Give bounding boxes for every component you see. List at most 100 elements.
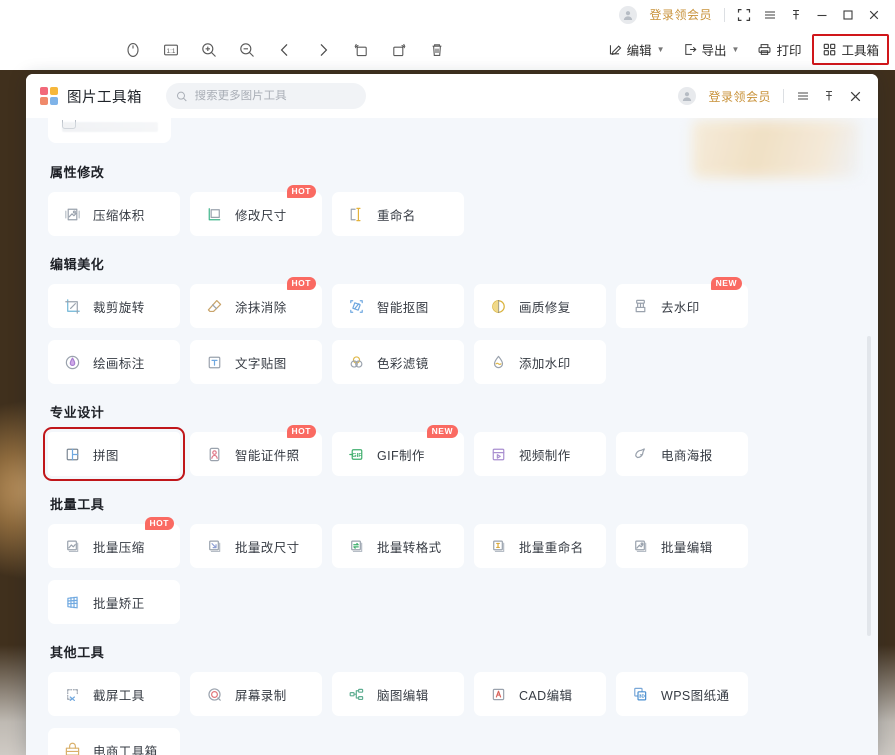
search-input[interactable] [194, 90, 356, 102]
fullscreen-button[interactable] [731, 3, 757, 27]
compress-icon [62, 204, 83, 225]
toolbox-button[interactable]: 工具箱 [812, 34, 889, 65]
minimize-button[interactable] [809, 3, 835, 27]
dialog-menu-button[interactable] [790, 83, 816, 109]
mouse-tool-icon[interactable] [120, 37, 146, 63]
tool-card[interactable]: 重命名 [332, 192, 464, 236]
annotate-icon [62, 352, 83, 373]
batch-compress-icon [62, 536, 83, 557]
tool-card-label: 批量改尺寸 [235, 540, 300, 555]
login-member-link[interactable]: 登录领会员 [643, 6, 718, 23]
tool-card[interactable]: 截屏工具 [48, 672, 180, 716]
tool-card[interactable]: 修改尺寸 HOT [190, 185, 322, 236]
print-button[interactable]: 打印 [750, 36, 808, 64]
tool-card[interactable]: 去水印 NEW [616, 277, 748, 328]
tool-card[interactable]: 批量改尺寸 [190, 524, 322, 568]
wps-drawing-icon: 3D [630, 684, 651, 705]
tool-card[interactable]: 电商工具箱 [48, 728, 180, 755]
tool-card[interactable]: 绘画标注 [48, 340, 180, 384]
edit-button-label: 编辑 [626, 44, 652, 58]
rotate-right-icon[interactable] [386, 37, 412, 63]
tool-card[interactable]: 智能抠图 [332, 284, 464, 328]
batch-convert-icon [346, 536, 367, 557]
video-icon [488, 444, 509, 465]
tool-card[interactable]: 拼图 [43, 427, 185, 481]
tool-card[interactable]: 3D WPS图纸通 [616, 672, 748, 716]
tool-card[interactable]: 批量矫正 [48, 580, 180, 624]
tool-card[interactable]: 文字贴图 [190, 340, 322, 384]
tool-card[interactable]: GIF GIF制作 NEW [332, 425, 464, 476]
tool-card[interactable]: 屏幕录制 [190, 672, 322, 716]
screen-record-icon [204, 684, 225, 705]
svg-text:3D: 3D [639, 693, 646, 698]
batch-edit-icon [630, 536, 651, 557]
tool-card-label: 智能证件照 [235, 448, 300, 463]
status-badge: HOT [286, 277, 316, 290]
edit-button[interactable]: 编辑 ▼ [601, 36, 672, 64]
tool-card[interactable]: 压缩体积 [48, 192, 180, 236]
tool-card[interactable]: 添加水印 [474, 340, 606, 384]
section-title: 批量工具 [50, 497, 105, 512]
print-button-label: 打印 [776, 44, 802, 58]
tool-card[interactable]: 电商海报 [616, 432, 748, 476]
tool-card[interactable]: CAD编辑 [474, 672, 606, 716]
avatar[interactable] [619, 5, 638, 24]
status-badge: HOT [286, 185, 316, 198]
dialog-pin-button[interactable] [816, 83, 842, 109]
resize-icon [204, 204, 225, 225]
close-button[interactable] [861, 3, 887, 27]
dialog-close-button[interactable] [842, 83, 868, 109]
section-title: 编辑美化 [50, 257, 105, 272]
cut-card-label [62, 122, 158, 132]
tool-card-label: 色彩滤镜 [377, 356, 429, 371]
tool-grid: 批量压缩 HOT 批量改尺寸 批量转格式 批量重命名 批量编辑批量矫正 [48, 517, 848, 624]
export-button[interactable]: 导出 ▼ [676, 36, 747, 64]
tool-card-label: 拼图 [93, 448, 119, 463]
delete-icon[interactable] [424, 37, 450, 63]
vertical-scrollbar[interactable] [867, 336, 871, 636]
svg-text:1:1: 1:1 [167, 48, 176, 55]
viewer-tool-icons: 1:1 [120, 37, 450, 63]
tool-card[interactable]: 裁剪旋转 [48, 284, 180, 328]
tool-card[interactable]: 批量重命名 [474, 524, 606, 568]
status-badge: HOT [144, 517, 174, 530]
tool-card-label: 添加水印 [519, 356, 571, 371]
next-image-icon[interactable] [310, 37, 336, 63]
search-box[interactable] [166, 83, 366, 109]
previous-image-icon[interactable] [272, 37, 298, 63]
pin-button[interactable] [783, 3, 809, 27]
tool-grid: 截屏工具 屏幕录制 脑图编辑 CAD编辑 3D WPS图纸通电商工具箱 [48, 672, 848, 755]
tool-card[interactable]: 涂抹消除 HOT [190, 277, 322, 328]
tool-card[interactable]: 画质修复 [474, 284, 606, 328]
rotate-left-icon[interactable] [348, 37, 374, 63]
add-watermark-icon [488, 352, 509, 373]
dialog-body: 属性修改 压缩体积 修改尺寸 HOT 重命名 编辑美化 裁剪旋转 涂抹消除 HOT 智能抠图 画质修… [26, 118, 878, 755]
dialog-avatar[interactable] [678, 87, 697, 105]
menu-button[interactable] [757, 3, 783, 27]
search-icon [176, 91, 187, 101]
maximize-button[interactable] [835, 3, 861, 27]
tools-scroll-area: 属性修改 压缩体积 修改尺寸 HOT 重命名 编辑美化 裁剪旋转 涂抹消除 HOT 智能抠图 画质修… [26, 118, 878, 755]
tool-card[interactable]: 视频制作 [474, 432, 606, 476]
partially-scrolled-tool-card[interactable] [48, 118, 171, 143]
zoom-in-icon[interactable] [196, 37, 222, 63]
tool-section: 专业设计 拼图 智能证件照 HOT GIF GIF制作 NEW 视频制作 电商海报 [43, 400, 848, 481]
mindmap-icon [346, 684, 367, 705]
svg-text:GIF: GIF [352, 452, 362, 458]
tool-card[interactable]: 脑图编辑 [332, 672, 464, 716]
tool-card-label: CAD编辑 [519, 688, 573, 703]
rename-icon [346, 204, 367, 225]
zoom-out-icon[interactable] [234, 37, 260, 63]
actual-size-icon[interactable]: 1:1 [158, 37, 184, 63]
tool-card[interactable]: 批量转格式 [332, 524, 464, 568]
dialog-header: 图片工具箱 登录领会员 [26, 74, 878, 118]
tool-card[interactable]: 智能证件照 HOT [190, 425, 322, 476]
dialog-login-member-link[interactable]: 登录领会员 [702, 88, 777, 105]
chevron-down-icon: ▼ [656, 45, 665, 54]
tool-card[interactable]: 批量压缩 HOT [48, 517, 180, 568]
tool-card[interactable]: 色彩滤镜 [332, 340, 464, 384]
tool-card[interactable]: 批量编辑 [616, 524, 748, 568]
